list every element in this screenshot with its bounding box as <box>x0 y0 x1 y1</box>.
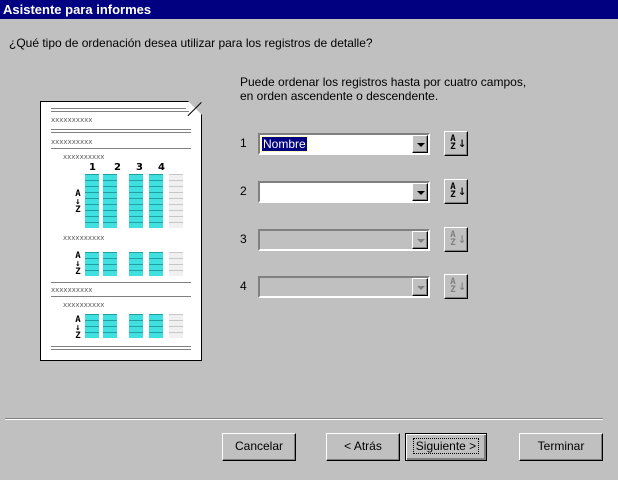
preview-cell <box>85 222 99 228</box>
sort-field-4-combo[interactable] <box>258 276 430 298</box>
preview-subgroup-3: xxxxxxxxxx <box>63 301 105 309</box>
sort-ascending-icon: AZ <box>450 134 456 152</box>
dropdown-arrow-icon[interactable] <box>412 278 428 296</box>
sort-row-3: 3 AZ ↓ <box>240 227 480 252</box>
preview-cell-unsorted <box>169 332 183 338</box>
question-text: ¿Qué tipo de ordenación desea utilizar p… <box>9 36 373 50</box>
preview-group-1: xxxxxxxxxx <box>51 138 93 146</box>
preview-report-header: xxxxxxxxxx <box>51 116 93 124</box>
back-button[interactable]: < Atrás <box>326 433 400 461</box>
dropdown-arrow-icon[interactable] <box>412 231 428 249</box>
sort-field-4-value <box>262 280 264 294</box>
next-button-label: Siguiente > <box>412 438 480 454</box>
sort-field-2-combo[interactable] <box>258 181 430 203</box>
sort-row-2: 2 AZ ↓ <box>240 179 480 204</box>
finish-button[interactable]: Terminar <box>519 433 603 461</box>
sort-row-number: 2 <box>240 184 247 198</box>
preview-sort-icon-1: A ↓ Z <box>75 189 81 215</box>
report-preview: xxxxxxxxxx xxxxxxxxxx xxxxxxxxxx 1 2 3 4… <box>40 101 202 361</box>
sort-row-4: 4 AZ ↓ <box>240 274 480 299</box>
preview-cell <box>103 222 117 228</box>
sort-row-number: 1 <box>240 136 247 150</box>
preview-column-4: 4 <box>158 162 165 173</box>
dropdown-arrow-icon[interactable] <box>412 135 428 153</box>
sort-field-3-combo[interactable] <box>258 229 430 251</box>
preview-column-1: 1 <box>89 162 96 173</box>
sort-ascending-icon: AZ <box>450 182 456 200</box>
preview-cell <box>85 270 99 276</box>
sort-order-4-button[interactable]: AZ ↓ <box>444 274 468 299</box>
sort-ascending-icon: AZ <box>450 230 456 248</box>
sort-row-number: 3 <box>240 232 247 246</box>
sort-ascending-icon: AZ <box>450 277 456 295</box>
preview-cell <box>85 332 99 338</box>
preview-cell-unsorted <box>169 222 183 228</box>
sort-field-3-value <box>262 233 264 247</box>
sort-order-3-button[interactable]: AZ ↓ <box>444 227 468 252</box>
preview-group-2: xxxxxxxxxx <box>51 286 93 294</box>
footer-divider <box>5 418 603 420</box>
hint-line-1: Puede ordenar los registros hasta por cu… <box>240 75 527 89</box>
sort-order-1-button[interactable]: AZ ↓ <box>444 131 468 156</box>
hint-text: Puede ordenar los registros hasta por cu… <box>240 75 526 103</box>
preview-subgroup-1: xxxxxxxxxx <box>63 153 105 161</box>
dropdown-arrow-icon[interactable] <box>412 183 428 201</box>
preview-cell <box>103 270 117 276</box>
window-title: Asistente para informes <box>0 0 618 19</box>
hint-line-2: en orden ascendente o descendente. <box>240 89 439 103</box>
preview-sort-icon-3: A ↓ Z <box>75 315 81 341</box>
sort-field-1-value: Nombre <box>261 136 308 152</box>
preview-sort-icon-2: A ↓ Z <box>75 251 81 277</box>
preview-column-2: 2 <box>114 162 121 173</box>
preview-column-3: 3 <box>136 162 143 173</box>
preview-cell <box>129 332 143 338</box>
sort-row-number: 4 <box>240 279 247 293</box>
next-button[interactable]: Siguiente > <box>405 433 487 461</box>
preview-cell <box>149 270 163 276</box>
preview-cell <box>129 222 143 228</box>
preview-cell-unsorted <box>169 270 183 276</box>
sort-field-2-value <box>262 185 264 199</box>
sort-row-1: 1 Nombre AZ ↓ <box>240 131 480 156</box>
cancel-button[interactable]: Cancelar <box>222 433 296 461</box>
preview-cell <box>149 222 163 228</box>
sort-field-1-combo[interactable]: Nombre <box>258 133 430 155</box>
preview-subgroup-2: xxxxxxxxxx <box>63 234 105 242</box>
preview-cell <box>149 332 163 338</box>
preview-cell <box>103 332 117 338</box>
preview-cell <box>129 270 143 276</box>
sort-order-2-button[interactable]: AZ ↓ <box>444 179 468 204</box>
